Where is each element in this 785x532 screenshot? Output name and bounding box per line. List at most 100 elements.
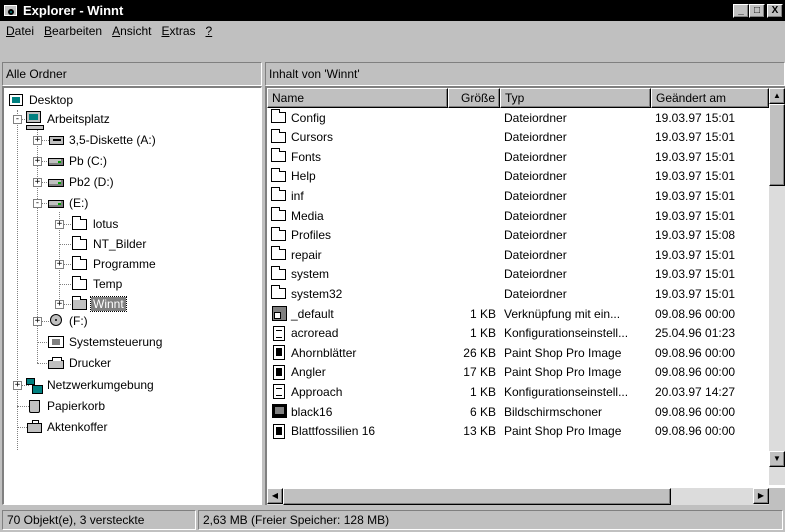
explorer-app-icon[interactable]	[3, 3, 19, 19]
file-row[interactable]: Help Dateiordner 19.03.97 15:01	[267, 167, 769, 186]
file-name-cell: Config	[267, 109, 448, 126]
minimize-button[interactable]: _	[733, 3, 749, 18]
file-name-cell: Approach	[267, 383, 448, 400]
file-row[interactable]: system32 Dateiordner 19.03.97 15:01	[267, 284, 769, 303]
horizontal-scrollbar[interactable]: ◀ ▶	[267, 488, 769, 505]
file-list[interactable]: Name Größe Typ Geändert am Config Dateior…	[265, 86, 785, 505]
file-row[interactable]: Approach 1 KB Konfigurationseinstell... 20.…	[267, 382, 769, 401]
horizontal-scroll-thumb[interactable]	[283, 488, 671, 505]
file-name: Config	[291, 110, 326, 125]
file-type: Paint Shop Pro Image	[504, 424, 622, 439]
file-name-cell: black16	[267, 403, 448, 420]
scroll-left-button[interactable]: ◀	[267, 488, 283, 504]
file-name: Cursors	[291, 130, 334, 145]
menu-help[interactable]: ?	[201, 24, 218, 38]
file-row[interactable]: inf Dateiordner 19.03.97 15:01	[267, 186, 769, 205]
scroll-up-button[interactable]: ▲	[769, 88, 785, 104]
file-modified: 19.03.97 15:01	[655, 130, 736, 145]
column-size[interactable]: Größe	[448, 88, 500, 108]
file-name-cell: Profiles	[267, 226, 448, 244]
expand-lotus[interactable]: +	[55, 220, 64, 229]
tree-item-nt-bilder[interactable]: NT_Bilder	[72, 235, 148, 253]
file-size: 13 KB	[463, 424, 496, 439]
file-name: Media	[291, 208, 324, 223]
folder-tree[interactable]: - + + + - + + + + + Desktop Arbeitsplatz…	[2, 86, 262, 505]
column-type[interactable]: Typ	[500, 88, 651, 108]
file-type: Paint Shop Pro Image	[504, 345, 622, 360]
tree-item-desktop[interactable]: Desktop	[8, 91, 75, 109]
file-row[interactable]: Angler 17 KB Paint Shop Pro Image 09.08.96 …	[267, 363, 769, 382]
menu-extras[interactable]: Extras	[156, 24, 200, 38]
network-icon	[26, 377, 43, 394]
file-name-cell: Media	[267, 207, 448, 224]
file-row[interactable]: Profiles Dateiordner 19.03.97 15:08	[267, 226, 769, 245]
file-row[interactable]: Fonts Dateiordner 19.03.97 15:01	[267, 147, 769, 166]
menu-datei[interactable]: Datei	[0, 24, 39, 38]
vertical-scrollbar[interactable]: ▲ ▼	[769, 88, 785, 485]
title-bar[interactable]: Explorer - Winnt _ □ X	[0, 0, 785, 21]
vertical-scroll-thumb[interactable]	[769, 104, 785, 186]
image-file-icon	[271, 344, 288, 361]
collapse-arbeitsplatz[interactable]: -	[13, 115, 22, 124]
menu-ansicht[interactable]: Ansicht	[107, 24, 156, 38]
folder-icon	[72, 256, 88, 272]
collapse-e-drive[interactable]: -	[33, 199, 42, 208]
tree-item-winnt[interactable]: Winnt	[72, 295, 127, 313]
expand-netzwerkumgebung[interactable]: +	[13, 381, 22, 390]
expand-winnt[interactable]: +	[55, 300, 64, 309]
tree-item-aktenkoffer[interactable]: Aktenkoffer	[26, 418, 109, 436]
expand-f-drive[interactable]: +	[33, 317, 42, 326]
tree-item-pb-c[interactable]: Pb (C:)	[48, 152, 109, 170]
hard-drive-icon	[48, 174, 64, 190]
tree-item-diskette[interactable]: 3,5-Diskette (A:)	[48, 131, 158, 149]
tree-item-systemsteuerung[interactable]: Systemsteuerung	[48, 333, 164, 351]
file-row[interactable]: black16 6 KB Bildschirmschoner 09.08.96 00:…	[267, 402, 769, 421]
file-name: Ahornblätter	[291, 345, 357, 360]
file-row[interactable]: Cursors Dateiordner 19.03.97 15:01	[267, 128, 769, 147]
tree-item-e-drive[interactable]: (E:)	[48, 194, 90, 212]
column-name[interactable]: Name	[267, 88, 448, 108]
menu-bearbeiten[interactable]: Bearbeiten	[39, 24, 107, 38]
expand-diskette[interactable]: +	[33, 136, 42, 145]
expand-pb2-d[interactable]: +	[33, 178, 42, 187]
printer-icon	[48, 355, 64, 371]
tree-item-drucker[interactable]: Drucker	[48, 354, 113, 372]
column-modified[interactable]: Geändert am	[651, 88, 769, 108]
close-button[interactable]: X	[767, 3, 783, 18]
tree-item-lotus[interactable]: lotus	[72, 215, 120, 233]
tree-item-netzwerkumgebung[interactable]: Netzwerkumgebung	[26, 376, 156, 394]
config-file-icon	[271, 383, 288, 400]
maximize-button[interactable]: □	[749, 3, 765, 18]
folder-icon	[271, 128, 288, 146]
file-modified: 09.08.96 00:00	[655, 365, 736, 380]
file-type: Verknüpfung mit ein...	[504, 306, 621, 321]
file-modified: 19.03.97 15:01	[655, 110, 736, 125]
file-row[interactable]: Ahornblätter 26 KB Paint Shop Pro Image 09.…	[267, 343, 769, 362]
file-row[interactable]: Config Dateiordner 19.03.97 15:01	[267, 108, 769, 127]
scroll-right-button[interactable]: ▶	[753, 488, 769, 504]
tree-item-temp[interactable]: Temp	[72, 275, 124, 293]
screensaver-icon	[271, 403, 288, 420]
tree-item-pb2-d[interactable]: Pb2 (D:)	[48, 173, 116, 191]
file-row[interactable]: system Dateiordner 19.03.97 15:01	[267, 265, 769, 284]
briefcase-icon	[26, 419, 42, 435]
tree-item-programme[interactable]: Programme	[72, 255, 158, 273]
folder-icon	[271, 226, 288, 244]
file-row[interactable]: _default 1 KB Verknüpfung mit ein... 09.08.…	[267, 304, 769, 323]
file-type: Dateiordner	[504, 247, 567, 262]
scrollbar-corner	[769, 488, 785, 505]
tree-item-arbeitsplatz[interactable]: Arbeitsplatz	[26, 110, 112, 130]
folder-icon	[72, 276, 88, 292]
scroll-down-button[interactable]: ▼	[769, 451, 785, 467]
expand-programme[interactable]: +	[55, 260, 64, 269]
file-row[interactable]: repair Dateiordner 19.03.97 15:01	[267, 245, 769, 264]
file-row[interactable]: Blattfossilien 16 13 KB Paint Shop Pro Ima…	[267, 422, 769, 441]
tree-item-papierkorb[interactable]: Papierkorb	[26, 397, 107, 415]
folder-icon	[271, 265, 288, 283]
file-row[interactable]: Media Dateiordner 19.03.97 15:01	[267, 206, 769, 225]
file-name: acroread	[291, 326, 339, 341]
window-title: Explorer - Winnt	[23, 3, 124, 18]
file-row[interactable]: acroread 1 KB Konfigurationseinstell... 25.…	[267, 324, 769, 343]
tree-item-f-drive[interactable]: (F:)	[48, 312, 90, 330]
expand-pb-c[interactable]: +	[33, 157, 42, 166]
